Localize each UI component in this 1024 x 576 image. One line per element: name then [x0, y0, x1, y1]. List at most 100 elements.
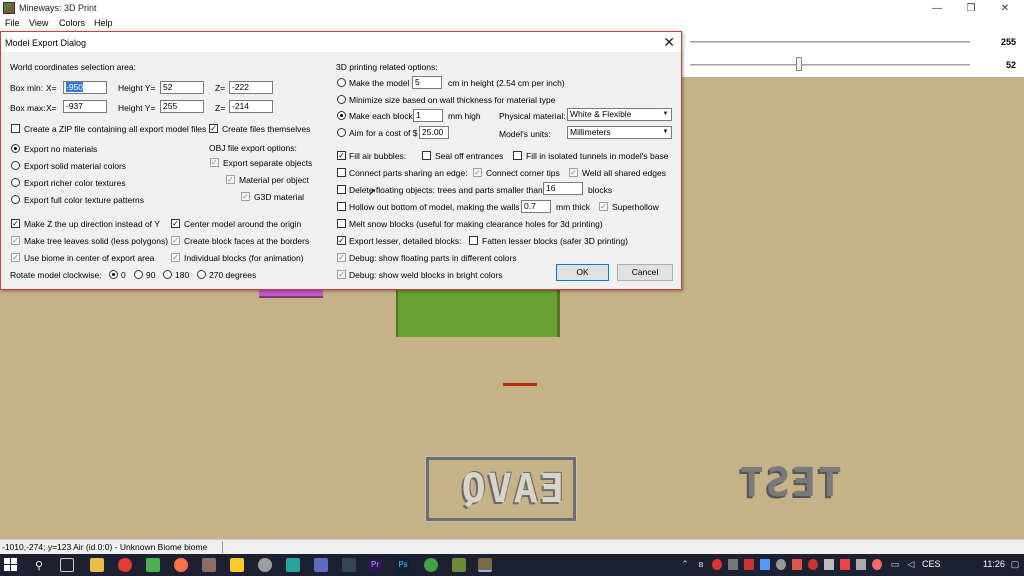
app-icon-gray[interactable]	[258, 558, 272, 572]
weld-edges-checkbox[interactable]: ✓	[569, 168, 578, 177]
rotate-0-radio[interactable]	[109, 270, 118, 279]
premiere-icon[interactable]: Pr	[368, 558, 382, 572]
tray-app-icon-5[interactable]	[776, 559, 786, 570]
rotate-270-radio[interactable]	[197, 270, 206, 279]
box-max-z-input[interactable]: -214	[229, 100, 273, 113]
mineways-taskbar-icon[interactable]	[478, 558, 492, 572]
connect-corner-checkbox[interactable]: ✓	[473, 168, 482, 177]
window-close-button[interactable]: ✕	[988, 0, 1022, 17]
biome-checkbox[interactable]: ✓	[11, 253, 20, 262]
debug-floating-checkbox[interactable]: ✓	[337, 253, 346, 262]
box-min-z-input[interactable]: -222	[229, 81, 273, 94]
material-full-radio[interactable]	[11, 195, 20, 204]
tray-app-icon-1[interactable]	[712, 559, 722, 570]
app-icon-brown[interactable]	[202, 558, 216, 572]
rotate-90-radio[interactable]	[134, 270, 143, 279]
tray-clock[interactable]: 11:26	[983, 559, 1005, 569]
menu-help[interactable]: Help	[94, 18, 113, 28]
superhollow-checkbox[interactable]: ✓	[599, 202, 608, 211]
material-none-radio[interactable]	[11, 144, 20, 153]
hollow-checkbox[interactable]	[337, 202, 346, 211]
wall-thickness-input[interactable]: 0.7	[521, 200, 551, 213]
tray-app-icon-10[interactable]	[856, 559, 866, 570]
units-select[interactable]: Millimeters ▼	[567, 126, 672, 139]
obj-g3d-checkbox[interactable]: ✓	[241, 192, 250, 201]
floating-size-input[interactable]: 16	[543, 182, 583, 195]
menu-view[interactable]: View	[29, 18, 48, 28]
make-each-radio[interactable]	[337, 111, 346, 120]
material-richer-radio[interactable]	[11, 178, 20, 187]
box-max-x-input[interactable]: -937	[63, 100, 107, 113]
obj-material-checkbox[interactable]: ✓	[226, 175, 235, 184]
cancel-button[interactable]: Cancel	[617, 264, 673, 281]
export-lesser-checkbox[interactable]: ✓	[337, 236, 346, 245]
connect-edge-label: Connect parts sharing an edge:	[349, 168, 468, 178]
tray-notification-icon[interactable]: ▢	[1010, 559, 1020, 570]
individual-blocks-checkbox[interactable]: ✓	[171, 253, 180, 262]
block-size-input[interactable]: 1	[413, 109, 443, 122]
file-explorer-icon[interactable]	[90, 558, 104, 572]
box-min-x-input[interactable]: -950	[63, 81, 107, 94]
windows-start-icon[interactable]	[4, 558, 18, 572]
app-icon-green[interactable]	[146, 558, 160, 572]
tree-leaves-checkbox[interactable]: ✓	[11, 236, 20, 245]
tray-app-icon-8[interactable]	[824, 559, 834, 570]
rotate-180-radio[interactable]	[163, 270, 172, 279]
tray-language[interactable]: CES	[922, 559, 941, 569]
tray-volume-icon[interactable]: ◁	[906, 559, 916, 570]
tray-app-icon-3[interactable]	[744, 559, 754, 570]
zip-checkbox[interactable]	[11, 124, 20, 133]
debug-weld-checkbox[interactable]: ✓	[337, 270, 346, 279]
box-max-y-input[interactable]: 255	[160, 100, 204, 113]
menu-file[interactable]: File	[5, 18, 20, 28]
bottom-height-slider[interactable]	[690, 64, 970, 66]
photoshop-icon[interactable]: Ps	[396, 558, 410, 572]
tray-network-icon[interactable]: ▭	[890, 559, 900, 570]
app-icon-indigo[interactable]	[314, 558, 328, 572]
block-faces-checkbox[interactable]: ✓	[171, 236, 180, 245]
menu-colors[interactable]: Colors	[59, 18, 85, 28]
fatten-lesser-checkbox[interactable]	[469, 236, 478, 245]
tray-app-icon-9[interactable]	[840, 559, 850, 570]
melt-snow-checkbox[interactable]	[337, 219, 346, 228]
tray-bluetooth-icon[interactable]: ʙ	[696, 559, 706, 570]
physical-material-select[interactable]: White & Flexible ▼	[567, 108, 672, 121]
seal-off-checkbox[interactable]	[422, 151, 431, 160]
app-icon-red[interactable]	[118, 558, 132, 572]
fill-air-checkbox[interactable]: ✓	[337, 151, 346, 160]
tray-app-icon-7[interactable]	[808, 559, 818, 570]
tray-app-icon-4[interactable]	[760, 559, 770, 570]
obj-separate-checkbox[interactable]: ✓	[210, 158, 219, 167]
maximize-button[interactable]: ❐	[954, 0, 988, 17]
app-icon-orange[interactable]	[174, 558, 188, 572]
model-height-input[interactable]: 5	[412, 76, 442, 89]
delete-floating-checkbox[interactable]	[337, 185, 346, 194]
create-files-checkbox[interactable]: ✓	[209, 124, 218, 133]
tray-chevron-icon[interactable]: ⌃	[680, 559, 690, 570]
minimize-radio[interactable]	[337, 95, 346, 104]
z-up-checkbox[interactable]: ✓	[11, 219, 20, 228]
app-icon-teal[interactable]	[286, 558, 300, 572]
chrome-icon[interactable]	[424, 558, 438, 572]
box-min-y-input[interactable]: 52	[160, 81, 204, 94]
ok-button[interactable]: OK	[556, 264, 609, 281]
material-solid-radio[interactable]	[11, 161, 20, 170]
task-view-icon[interactable]	[60, 558, 74, 572]
tray-app-icon-2[interactable]	[728, 559, 738, 570]
dialog-close-icon[interactable]: ✕	[663, 34, 675, 51]
minimize-button[interactable]: —	[920, 0, 954, 17]
aim-cost-radio[interactable]	[337, 128, 346, 137]
tray-app-icon-11[interactable]	[872, 559, 882, 570]
bottom-slider-thumb[interactable]	[796, 57, 802, 71]
top-height-slider[interactable]	[690, 41, 970, 43]
app-icon-dark[interactable]	[342, 558, 356, 572]
search-icon[interactable]: ⚲	[35, 559, 43, 572]
app-icon-yellow[interactable]	[230, 558, 244, 572]
cost-input[interactable]: 25.00	[419, 126, 449, 139]
make-model-radio[interactable]	[337, 78, 346, 87]
minecraft-icon[interactable]	[452, 558, 466, 572]
connect-edge-checkbox[interactable]	[337, 168, 346, 177]
center-model-checkbox[interactable]: ✓	[171, 219, 180, 228]
tray-app-icon-6[interactable]	[792, 559, 802, 570]
fill-isolated-checkbox[interactable]	[513, 151, 522, 160]
